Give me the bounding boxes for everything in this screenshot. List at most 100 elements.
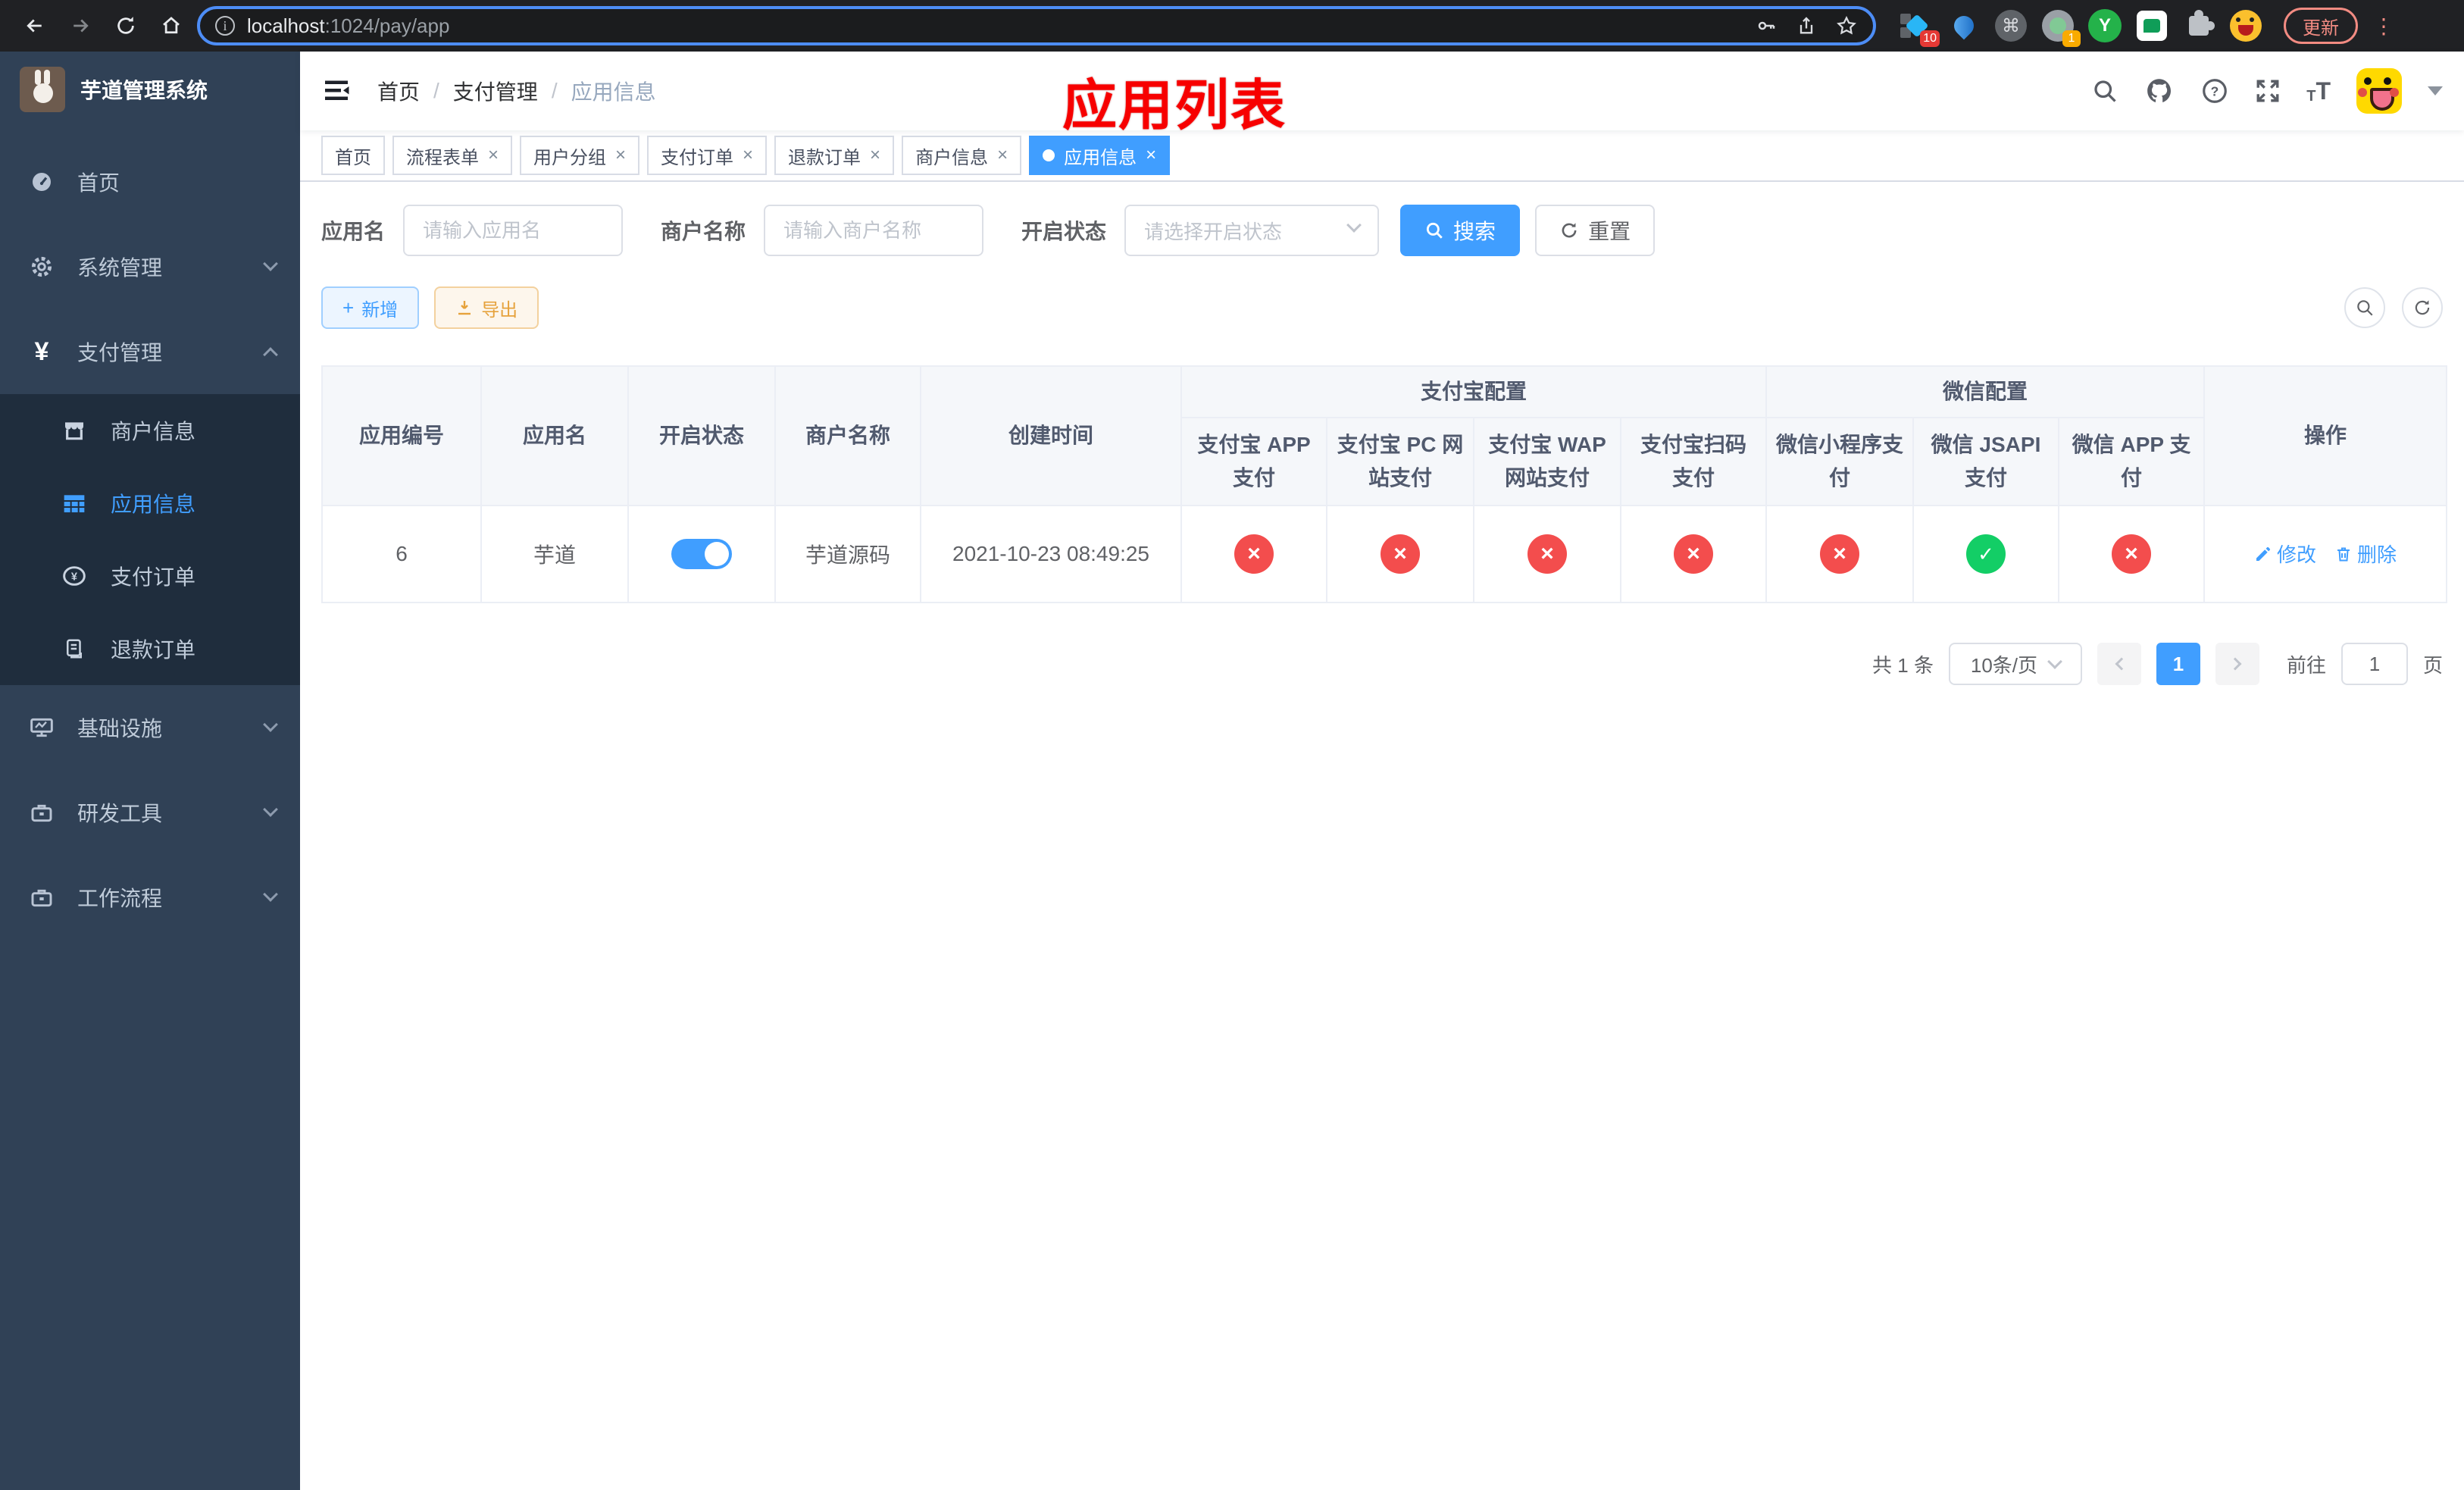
pay-col-header: 支付宝 PC 网站支付 (1326, 417, 1474, 506)
extension-recorder-icon[interactable]: 1 (2041, 9, 2081, 47)
extension-y-icon[interactable]: Y (2088, 9, 2122, 42)
close-icon[interactable]: × (870, 146, 880, 164)
col-group-alipay: 支付宝配置 (1180, 365, 1768, 418)
status-toggle[interactable] (671, 539, 732, 569)
sidebar-item-infra[interactable]: 基础设施 (0, 685, 300, 770)
sidebar-item-dev-tools[interactable]: 研发工具 (0, 770, 300, 855)
prev-page-button[interactable] (2097, 643, 2141, 685)
close-icon[interactable]: × (615, 146, 626, 164)
header-search-icon[interactable] (2091, 77, 2118, 105)
share-icon[interactable] (1796, 14, 1817, 37)
font-size-icon[interactable]: TT (2306, 77, 2331, 105)
chevron-down-icon (1346, 218, 1362, 233)
browser-back-icon[interactable] (15, 6, 55, 45)
browser-reload-icon[interactable] (106, 6, 145, 45)
active-tab-dot (1043, 149, 1055, 161)
close-icon[interactable]: × (488, 146, 499, 164)
tab-user-group[interactable]: 用户分组 × (520, 136, 640, 175)
extension-sketch-icon[interactable]: 10 (1900, 9, 1940, 47)
sidebar-item-refund-order[interactable]: 退款订单 (0, 612, 300, 685)
site-info-icon[interactable]: i (215, 16, 235, 36)
col-header-actions: 操作 (2203, 365, 2448, 506)
password-key-icon[interactable] (1755, 14, 1778, 37)
coin-icon: ¥ (62, 564, 86, 588)
status-select[interactable]: 请选择开启状态 (1124, 205, 1380, 256)
pay-status-icon (2112, 534, 2152, 574)
avatar[interactable] (2356, 68, 2402, 114)
close-icon[interactable]: × (1146, 146, 1156, 164)
extensions-puzzle-icon[interactable] (2182, 9, 2215, 42)
tab-home[interactable]: 首页 (321, 136, 385, 175)
sidebar-item-pay-order[interactable]: ¥ 支付订单 (0, 540, 300, 612)
fullscreen-icon[interactable] (2255, 78, 2281, 104)
status-label: 开启状态 (1021, 220, 1107, 243)
monitor-icon (29, 715, 55, 740)
add-button[interactable]: + 新增 (321, 286, 420, 329)
merchant-name-input[interactable] (764, 205, 984, 256)
sidebar-item-workflow[interactable]: 工作流程 (0, 855, 300, 940)
pay-status-icon (1966, 534, 2006, 574)
browser-forward-icon[interactable] (61, 6, 100, 45)
chrome-menu-icon[interactable]: ⋮ (2373, 14, 2394, 39)
next-page-button[interactable] (2215, 643, 2259, 685)
cell-name: 芋道 (480, 505, 629, 603)
search-button[interactable]: 搜索 (1400, 205, 1521, 256)
col-header-status: 开启状态 (627, 365, 776, 506)
pay-col-header: 微信小程序支付 (1765, 417, 1915, 506)
avatar-caret-down-icon[interactable] (2428, 86, 2443, 95)
pay-status-icon (1527, 534, 1567, 574)
browser-home-icon[interactable] (152, 6, 191, 45)
tab-merchant-info[interactable]: 商户信息 × (902, 136, 1022, 175)
tab-app-info[interactable]: 应用信息 × (1029, 136, 1171, 175)
sidebar-item-merchant-info[interactable]: 商户信息 (0, 394, 300, 467)
app-name-input[interactable] (403, 205, 624, 256)
export-button[interactable]: 导出 (434, 286, 539, 329)
toggle-search-button[interactable] (2344, 287, 2385, 328)
sidebar-item-app-info[interactable]: 应用信息 (0, 467, 300, 540)
col-header-merchant: 商户名称 (774, 365, 921, 506)
page-number-active[interactable]: 1 (2156, 643, 2200, 685)
extension-pin-icon[interactable] (1947, 9, 1981, 42)
breadcrumb-home[interactable]: 首页 (377, 76, 420, 106)
sidebar-item-system[interactable]: 系统管理 (0, 224, 300, 309)
page-annotation-title: 应用列表 (1062, 76, 1287, 136)
tab-pay-order[interactable]: 支付订单 × (647, 136, 768, 175)
bookmark-star-icon[interactable] (1835, 14, 1858, 37)
pay-col-header: 微信 APP 支付 (2058, 417, 2206, 506)
pay-col-header: 支付宝 APP 支付 (1180, 417, 1327, 506)
extension-badge: 1 (2062, 30, 2081, 47)
reset-button[interactable]: 重置 (1535, 205, 1656, 256)
page-size-select[interactable]: 10条/页 (1948, 643, 2082, 685)
breadcrumb-pay[interactable]: 支付管理 (453, 76, 538, 106)
extension-command-icon[interactable]: ⌘ (1994, 9, 2028, 42)
github-icon[interactable] (2144, 76, 2175, 106)
pay-status-icon (1820, 534, 1860, 574)
refresh-button[interactable] (2402, 287, 2443, 328)
extension-badge: 10 (1920, 30, 1940, 47)
close-icon[interactable]: × (743, 146, 753, 164)
sidebar-item-pay[interactable]: ¥ 支付管理 (0, 309, 300, 394)
edit-link[interactable]: 修改 (2254, 540, 2316, 568)
help-icon[interactable]: ? (2200, 77, 2229, 105)
sidebar-collapse-icon[interactable] (321, 77, 352, 105)
url-text[interactable]: localhost:1024/pay/app (247, 14, 449, 38)
delete-link[interactable]: 删除 (2334, 540, 2397, 568)
document-icon (62, 637, 86, 661)
profile-emoji-icon[interactable] (2229, 9, 2262, 42)
extension-chat-icon[interactable] (2135, 9, 2169, 42)
tab-process-form[interactable]: 流程表单 × (392, 136, 513, 175)
table-row: 6 芋道 芋道源码 2021-10-23 08:49:25 × × × × × … (321, 505, 2448, 603)
dashboard-icon (29, 169, 55, 195)
col-header-id: 应用编号 (321, 365, 482, 506)
close-icon[interactable]: × (997, 146, 1008, 164)
sidebar-item-home[interactable]: 首页 (0, 139, 300, 224)
address-bar[interactable]: i localhost:1024/pay/app (197, 6, 1876, 45)
goto-page-input[interactable] (2340, 643, 2408, 685)
chevron-down-icon (263, 887, 278, 902)
browser-chrome: i localhost:1024/pay/app 10 ⌘ 1 Y 更新 ⋮ (0, 0, 2464, 52)
cell-created: 2021-10-23 08:49:25 (920, 505, 1182, 603)
tab-refund-order[interactable]: 退款订单 × (774, 136, 895, 175)
sidebar-logo[interactable]: 芋道管理系统 (0, 52, 300, 127)
table-toolbar: + 新增 导出 (321, 286, 2443, 329)
chrome-update-button[interactable]: 更新 (2284, 8, 2358, 44)
